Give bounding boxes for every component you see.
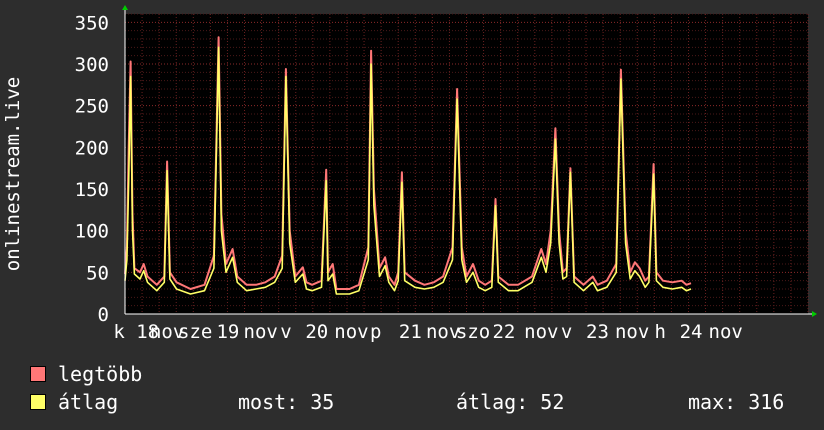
legend-item-avg: átlag [30,389,118,415]
x-tick-label: v [280,321,291,343]
stat-current: most: 35 [238,390,335,414]
stat-average: átlag: 52 [456,390,565,414]
x-tick-label: sze [178,321,212,343]
y-tick-label: 250 [75,96,109,118]
y-tick-label: 200 [75,137,109,159]
x-tick-label: 21 [399,321,422,343]
x-tick-label: p [370,321,381,343]
y-axis-arrow [122,5,128,10]
x-axis-arrow [812,311,817,317]
legend-item-max: legtöbb [30,361,142,387]
legend-swatch-avg [30,394,46,410]
x-tick-label: h [654,321,665,343]
y-tick-label: 100 [75,221,109,243]
x-tick-label: nov [709,321,743,343]
x-tick-label: v [561,321,572,343]
legend-label-avg: átlag [58,390,119,414]
x-tick-label: nov [244,321,278,343]
stat-max: max: 316 [688,390,785,414]
y-tick-label: 300 [75,54,109,76]
y-tick-label: 150 [75,179,109,201]
y-tick-label: 350 [75,12,109,34]
x-tick-label: 19 [216,321,239,343]
y-tick-label: 50 [86,262,109,284]
y-tick-label: 0 [98,304,109,326]
x-tick-label: szo [456,321,490,343]
x-tick-label: 24 [680,321,703,343]
x-tick-label: nov [524,321,558,343]
legend-label-max: legtöbb [58,362,143,386]
x-tick-label: 23 [586,321,609,343]
y-axis-label: onlinestream.live [2,77,24,271]
x-tick-label: nov [334,321,368,343]
x-tick-label: nov [615,321,649,343]
legend-swatch-max [30,366,46,382]
x-tick-label: 20 [305,321,328,343]
x-tick-label: 22 [492,321,515,343]
